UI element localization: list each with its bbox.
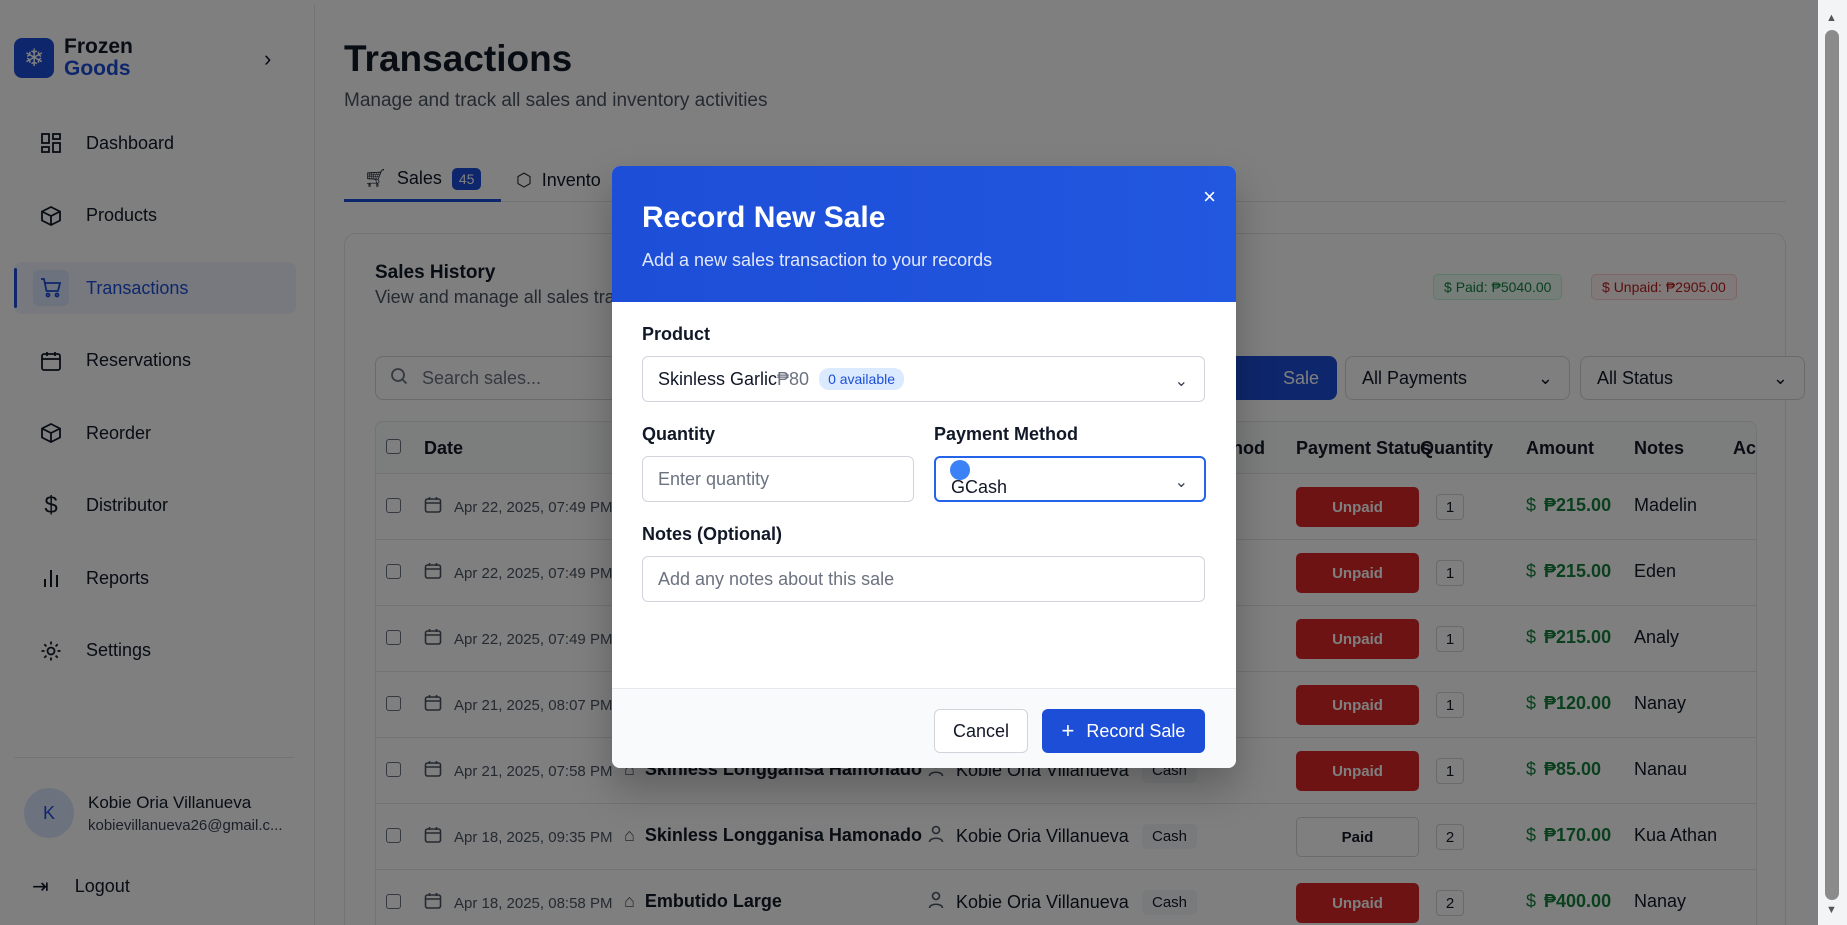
notes-input[interactable]: Add any notes about this sale: [642, 556, 1205, 602]
payment-method-value: GCash: [951, 477, 1008, 497]
chevron-down-icon: ⌄: [1174, 373, 1188, 390]
record-sale-button[interactable]: + Record Sale: [1042, 709, 1205, 753]
scroll-up-arrow-icon[interactable]: ▲: [1826, 12, 1837, 24]
scroll-down-arrow-icon[interactable]: ▼: [1826, 904, 1837, 916]
chevron-down-icon: ⌄: [1174, 474, 1188, 491]
page-scrollbar[interactable]: ▲ ▼: [1818, 0, 1847, 925]
cancel-button[interactable]: Cancel: [934, 709, 1028, 753]
record-sale-dialog: Record New Sale Add a new sales transact…: [612, 166, 1236, 768]
product-price: ₱80: [777, 368, 810, 389]
quantity-placeholder: Enter quantity: [658, 468, 770, 489]
close-icon[interactable]: ×: [1203, 184, 1216, 210]
quantity-label: Quantity: [642, 424, 716, 444]
product-label: Product: [642, 324, 711, 344]
availability-badge: 0 available: [819, 368, 904, 390]
dialog-header: Record New Sale Add a new sales transact…: [612, 166, 1236, 302]
plus-icon: +: [1061, 718, 1075, 743]
payment-method-select[interactable]: GCash ⌄: [934, 456, 1206, 502]
dialog-title: Record New Sale: [642, 201, 886, 234]
product-select[interactable]: Skinless Garlic ₱80 0 available ⌄: [642, 356, 1205, 402]
notes-label: Notes (Optional): [642, 524, 782, 544]
radio-dot-icon: [950, 460, 970, 480]
dialog-subtitle: Add a new sales transaction to your reco…: [642, 250, 993, 270]
dialog-body: Product Skinless Garlic ₱80 0 available …: [612, 302, 1236, 688]
payment-method-label: Payment Method: [934, 424, 1079, 444]
quantity-input[interactable]: Enter quantity: [642, 456, 914, 502]
record-sale-label: Record Sale: [1086, 720, 1186, 741]
notes-placeholder: Add any notes about this sale: [658, 568, 895, 589]
dialog-footer: Cancel + Record Sale: [612, 688, 1236, 768]
scrollbar-thumb[interactable]: [1825, 30, 1839, 900]
product-name: Skinless Garlic: [658, 368, 778, 389]
